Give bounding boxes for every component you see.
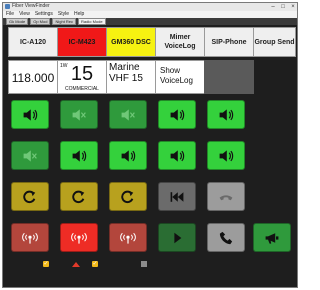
minimize-icon[interactable]: – <box>270 3 276 11</box>
status-indicator <box>141 261 147 267</box>
speaker-icon <box>23 108 38 121</box>
radio-transmit-icon <box>120 232 136 244</box>
play-button[interactable] <box>158 223 196 252</box>
replay-button-gm360[interactable] <box>109 182 147 211</box>
app-window: Fiber ViewFinder – □ × File View Setting… <box>2 2 298 288</box>
menu-style[interactable]: Style <box>58 11 69 18</box>
replay-button-ic-m423[interactable] <box>60 182 98 211</box>
menu-file[interactable]: File <box>6 11 14 18</box>
speaker-button-voicelog[interactable] <box>158 100 196 129</box>
maximize-icon[interactable]: □ <box>280 3 286 11</box>
speaker-button-sip-phone-2[interactable] <box>207 141 245 170</box>
channel-header-sip-phone[interactable]: SIP-Phone <box>204 27 254 57</box>
window-controls: – □ × <box>270 3 296 11</box>
speaker-icon <box>72 149 87 162</box>
tab-gk-mode[interactable]: Gk Mode <box>6 18 29 25</box>
channel-number: 15 <box>70 63 94 85</box>
mute-button-ic-a120[interactable] <box>11 141 49 170</box>
channel-header-mimer-voicelog[interactable]: Mimer VoiceLog <box>155 27 205 57</box>
speaker-icon <box>121 149 136 162</box>
speaker-button-voicelog-2[interactable] <box>158 141 196 170</box>
play-icon <box>174 232 182 243</box>
replay-icon <box>121 190 134 203</box>
channel-header-group-send[interactable]: Group Send <box>253 27 296 57</box>
checkmark-icon[interactable]: ✓ <box>43 261 49 267</box>
mute-button-ic-m423[interactable] <box>60 100 98 129</box>
speaker-mute-icon <box>72 108 86 121</box>
window-title: Fiber ViewFinder <box>12 3 50 9</box>
replay-button-ic-a120[interactable] <box>11 182 49 211</box>
channel-header-ic-a120[interactable]: IC-A120 <box>8 27 58 57</box>
transmit-button-gm360[interactable] <box>109 223 147 252</box>
replay-icon <box>72 190 85 203</box>
group-send-button[interactable] <box>253 223 291 252</box>
skip-back-button[interactable] <box>158 182 196 211</box>
close-icon[interactable]: × <box>290 3 296 11</box>
marine-display: Marine VHF 15 <box>106 60 156 94</box>
speaker-button-ic-a120[interactable] <box>11 100 49 129</box>
speaker-button-gm360[interactable] <box>109 141 147 170</box>
menu-settings[interactable]: Settings <box>35 11 53 18</box>
speaker-icon <box>219 149 234 162</box>
tab-radio-mode[interactable]: Radio Mode <box>78 18 106 25</box>
call-button[interactable] <box>207 223 245 252</box>
speaker-mute-icon <box>121 108 135 121</box>
skip-back-icon <box>170 191 184 202</box>
tab-night-rec[interactable]: Night Rec <box>52 18 77 25</box>
hang-up-button[interactable] <box>207 182 245 211</box>
menu-view[interactable]: View <box>19 11 30 18</box>
sip-display <box>204 60 254 94</box>
transmit-button-ic-a120[interactable] <box>11 223 49 252</box>
channel-sub-label: COMMERCIAL <box>65 86 99 92</box>
warning-indicator <box>72 262 80 267</box>
speaker-icon <box>219 108 234 121</box>
speaker-button-ic-m423[interactable] <box>60 141 98 170</box>
radio-transmit-icon <box>71 232 87 244</box>
hang-up-icon <box>219 194 233 200</box>
voicelog-display[interactable]: Show VoiceLog <box>155 60 205 94</box>
menu-bar: File View Settings Style Help <box>3 11 297 18</box>
frequency-value: 118.000 <box>11 71 55 85</box>
megaphone-icon <box>265 232 279 244</box>
channel-header-gm360[interactable]: GM360 DSC <box>106 27 156 57</box>
transmit-button-ic-m423[interactable] <box>60 223 98 252</box>
show-voicelog-label: Show VoiceLog <box>160 66 193 85</box>
channel-display: 1W 15 COMMERCIAL <box>57 60 107 94</box>
frequency-display: 118.000 <box>8 60 58 94</box>
checkmark-icon[interactable]: ✓ <box>92 261 98 267</box>
channel-header-ic-m423[interactable]: IC-M423 <box>57 27 107 57</box>
speaker-icon <box>170 108 185 121</box>
menu-help[interactable]: Help <box>74 11 84 18</box>
radio-transmit-icon <box>22 232 38 244</box>
app-icon <box>5 4 10 9</box>
marine-label: Marine VHF 15 <box>109 62 143 84</box>
speaker-button-sip-phone[interactable] <box>207 100 245 129</box>
tab-bar: Gk Mode Op Mod Night Rec Radio Mode <box>3 18 297 25</box>
replay-icon <box>23 190 36 203</box>
speaker-icon <box>170 149 185 162</box>
speaker-mute-icon <box>23 149 37 162</box>
phone-icon <box>219 231 233 244</box>
tab-op-mod[interactable]: Op Mod <box>30 18 51 25</box>
mute-button-gm360[interactable] <box>109 100 147 129</box>
